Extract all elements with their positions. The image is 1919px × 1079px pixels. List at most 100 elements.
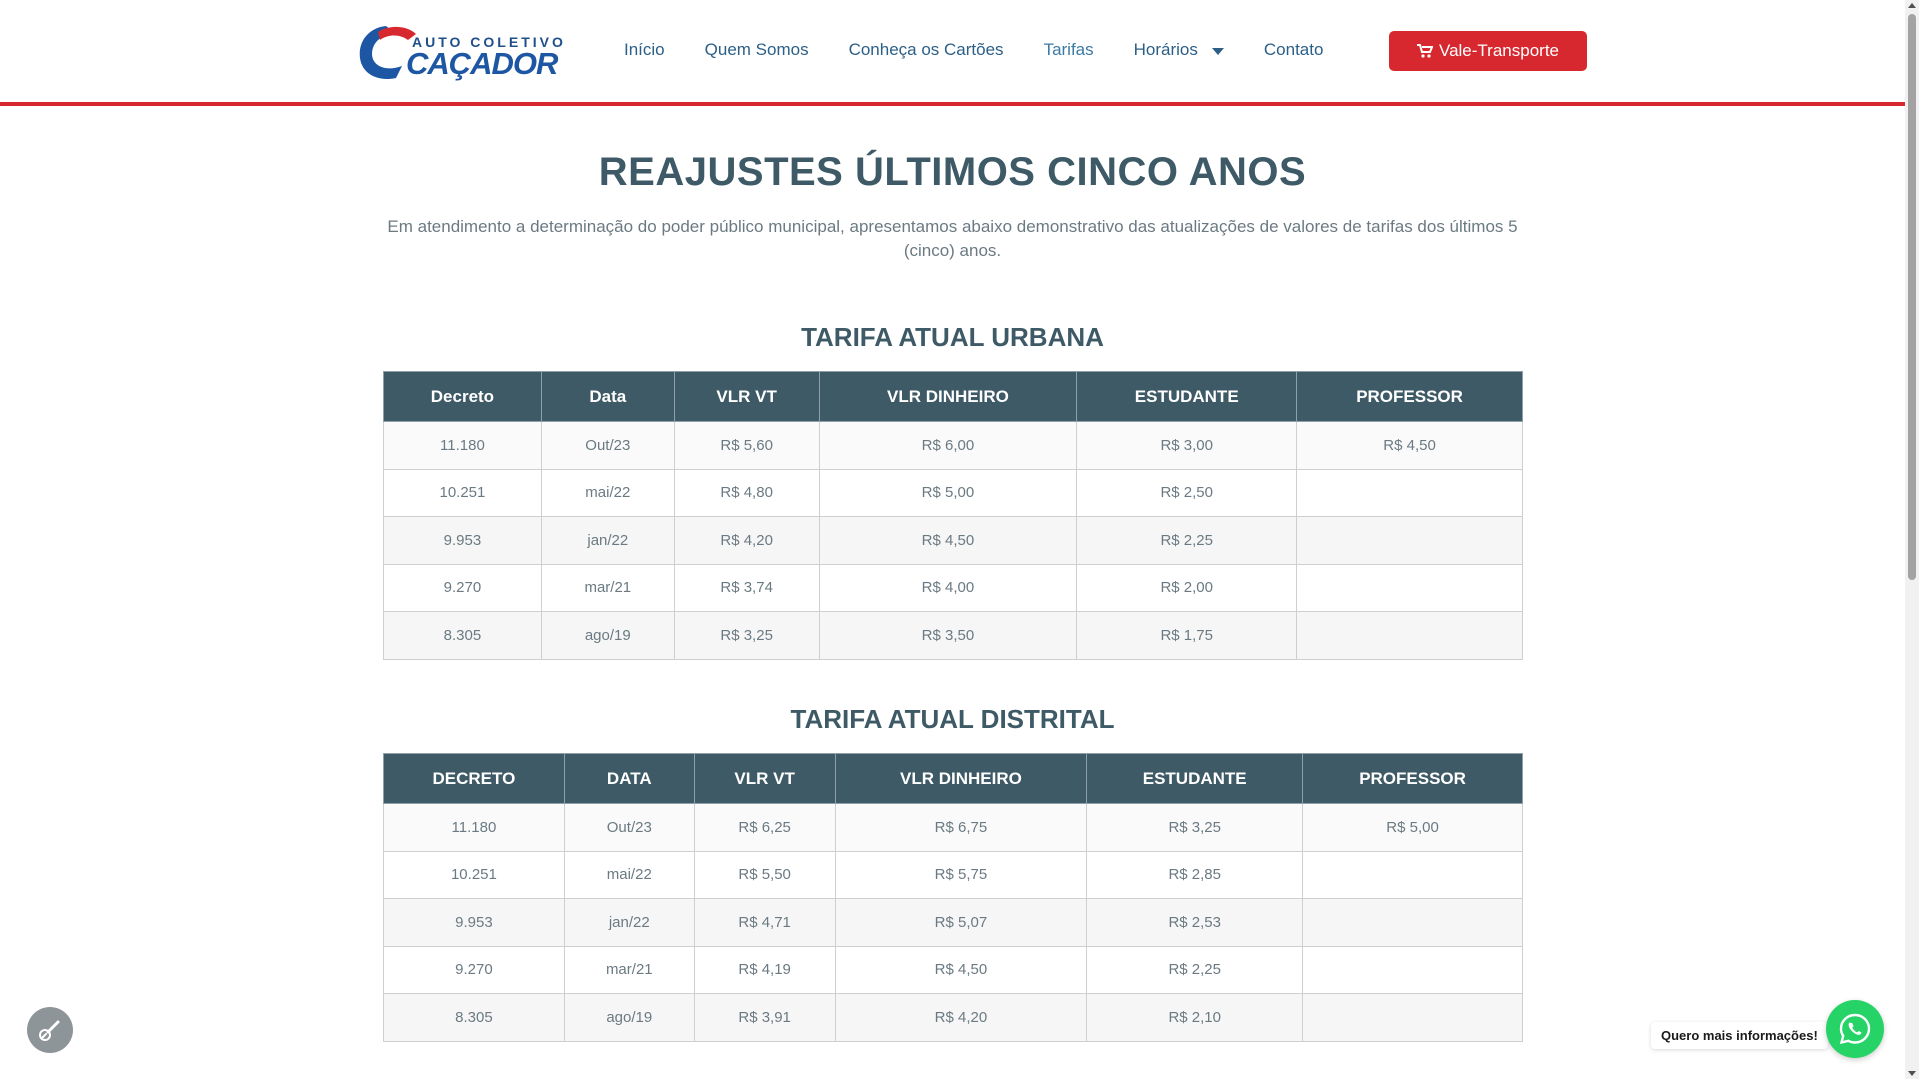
column-header: ESTUDANTE [1086, 753, 1304, 804]
page-title: REAJUSTES ÚLTIMOS CINCO ANOS [598, 150, 1307, 194]
chevron-down-icon [1211, 47, 1224, 55]
scroll-up-arrow-icon[interactable] [1908, 3, 1916, 8]
accessibility-icon [39, 1020, 60, 1041]
table-cell: R$ 4,50 [834, 945, 1088, 994]
table-cell: mar/21 [563, 945, 695, 994]
table-cell: ago/19 [540, 611, 675, 660]
table-cell: R$ 2,25 [1076, 516, 1298, 565]
table-cell [1296, 468, 1523, 517]
tarifa-urbana-table: Decreto Data VLR VT VLR DINHEIRO ESTUDAN… [383, 371, 1523, 660]
nav-tarifas[interactable]: Tarifas [1044, 40, 1094, 60]
whatsapp-icon [1839, 1013, 1871, 1045]
table-cell: mar/21 [540, 563, 675, 612]
table-row: 9.953 jan/22 R$ 4,71 R$ 5,07 R$ 2,53 [383, 898, 1523, 947]
nav-contato[interactable]: Contato [1264, 40, 1324, 60]
table-cell: 8.305 [383, 611, 542, 660]
vale-transporte-button[interactable]: Vale-Transporte [1389, 31, 1587, 71]
table-cell: R$ 5,00 [1302, 803, 1523, 852]
table-cell: 9.270 [383, 563, 542, 612]
table-cell: R$ 4,80 [673, 468, 820, 517]
table-cell: R$ 2,85 [1086, 850, 1304, 899]
table-cell [1302, 993, 1523, 1042]
table-row: 10.251 mai/22 R$ 5,50 R$ 5,75 R$ 2,85 [383, 850, 1523, 899]
table-header-row: DECRETO DATA VLR VT VLR DINHEIRO ESTUDAN… [383, 753, 1523, 804]
table-cell: jan/22 [540, 516, 675, 565]
table-row: 9.270 mar/21 R$ 4,19 R$ 4,50 R$ 2,25 [383, 945, 1523, 994]
table-cell: R$ 4,20 [834, 993, 1088, 1042]
nav-inicio[interactable]: Início [624, 40, 665, 60]
site-header: AUTO COLETIVO CAÇADOR Início Quem Somos … [0, 0, 1905, 106]
table-cell: 9.953 [383, 516, 542, 565]
table-cell: 11.180 [383, 803, 565, 852]
table-cell: 11.180 [383, 421, 542, 470]
table-cell [1296, 563, 1523, 612]
table-cell: R$ 6,00 [818, 421, 1078, 470]
table-cell: R$ 4,50 [1296, 421, 1523, 470]
accessibility-button[interactable] [27, 1007, 73, 1053]
table-cell: mai/22 [563, 850, 695, 899]
table-cell: R$ 5,50 [693, 850, 836, 899]
table-cell: R$ 6,75 [834, 803, 1088, 852]
table-cell: R$ 4,50 [818, 516, 1078, 565]
vale-transporte-label: Vale-Transporte [1439, 41, 1559, 60]
table-cell: R$ 4,00 [818, 563, 1078, 612]
nav-horarios[interactable]: Horários [1134, 40, 1224, 60]
column-header: DATA [563, 753, 695, 804]
page-scrollbar[interactable] [1905, 0, 1919, 1079]
nav-conheca-cartoes[interactable]: Conheça os Cartões [849, 40, 1004, 60]
table-cell [1302, 898, 1523, 947]
whatsapp-label[interactable]: Quero mais informações! [1651, 1022, 1828, 1049]
column-header: Decreto [383, 371, 542, 422]
nav-horarios-label: Horários [1133, 40, 1198, 59]
scrollbar-thumb[interactable] [1908, 14, 1916, 580]
site-logo[interactable]: AUTO COLETIVO CAÇADOR [356, 16, 563, 84]
table-cell: R$ 1,75 [1076, 611, 1298, 660]
logo-name: CAÇADOR [406, 46, 558, 81]
table-cell: Out/23 [540, 421, 675, 470]
table-cell: R$ 3,74 [673, 563, 820, 612]
cart-icon [1417, 44, 1433, 58]
main-nav: Início Quem Somos Conheça os Cartões Tar… [624, 40, 1363, 60]
table-cell: 9.270 [383, 945, 565, 994]
table-cell: R$ 3,50 [818, 611, 1078, 660]
table-cell: Out/23 [563, 803, 695, 852]
tarifa-distrital-table: DECRETO DATA VLR VT VLR DINHEIRO ESTUDAN… [383, 753, 1523, 1042]
section-title-urbana: TARIFA ATUAL URBANA [801, 322, 1104, 352]
column-header: VLR DINHEIRO [834, 753, 1088, 804]
table-cell: R$ 4,71 [693, 898, 836, 947]
table-cell: R$ 5,60 [673, 421, 820, 470]
table-cell: R$ 5,07 [834, 898, 1088, 947]
column-header: PROFESSOR [1296, 371, 1523, 422]
table-cell: R$ 2,53 [1086, 898, 1304, 947]
table-cell: R$ 2,00 [1076, 563, 1298, 612]
table-cell: 9.953 [383, 898, 565, 947]
table-cell: R$ 4,19 [693, 945, 836, 994]
column-header: Data [540, 371, 675, 422]
column-header: PROFESSOR [1302, 753, 1523, 804]
table-cell: R$ 5,75 [834, 850, 1088, 899]
table-row: 9.270 mar/21 R$ 3,74 R$ 4,00 R$ 2,00 [383, 563, 1523, 612]
table-row: 9.953 jan/22 R$ 4,20 R$ 4,50 R$ 2,25 [383, 516, 1523, 565]
table-cell: R$ 3,00 [1076, 421, 1298, 470]
table-cell: R$ 4,20 [673, 516, 820, 565]
scroll-down-arrow-icon[interactable] [1908, 1071, 1916, 1076]
whatsapp-button[interactable] [1826, 1000, 1884, 1058]
nav-quem-somos[interactable]: Quem Somos [705, 40, 809, 60]
column-header: DECRETO [383, 753, 565, 804]
table-cell: 10.251 [383, 468, 542, 517]
table-cell: 10.251 [383, 850, 565, 899]
table-row: 8.305 ago/19 R$ 3,91 R$ 4,20 R$ 2,10 [383, 993, 1523, 1042]
table-cell: R$ 3,25 [1086, 803, 1304, 852]
column-header: VLR VT [673, 371, 820, 422]
table-cell: R$ 2,50 [1076, 468, 1298, 517]
table-cell [1296, 611, 1523, 660]
column-header: VLR VT [693, 753, 836, 804]
table-cell: R$ 3,91 [693, 993, 836, 1042]
table-cell: ago/19 [563, 993, 695, 1042]
table-cell: 8.305 [383, 993, 565, 1042]
section-title-distrital: TARIFA ATUAL DISTRITAL [790, 704, 1115, 734]
table-cell: R$ 6,25 [693, 803, 836, 852]
table-row: 11.180 Out/23 R$ 5,60 R$ 6,00 R$ 3,00 R$… [383, 421, 1523, 470]
table-cell: mai/22 [540, 468, 675, 517]
column-header: VLR DINHEIRO [818, 371, 1078, 422]
